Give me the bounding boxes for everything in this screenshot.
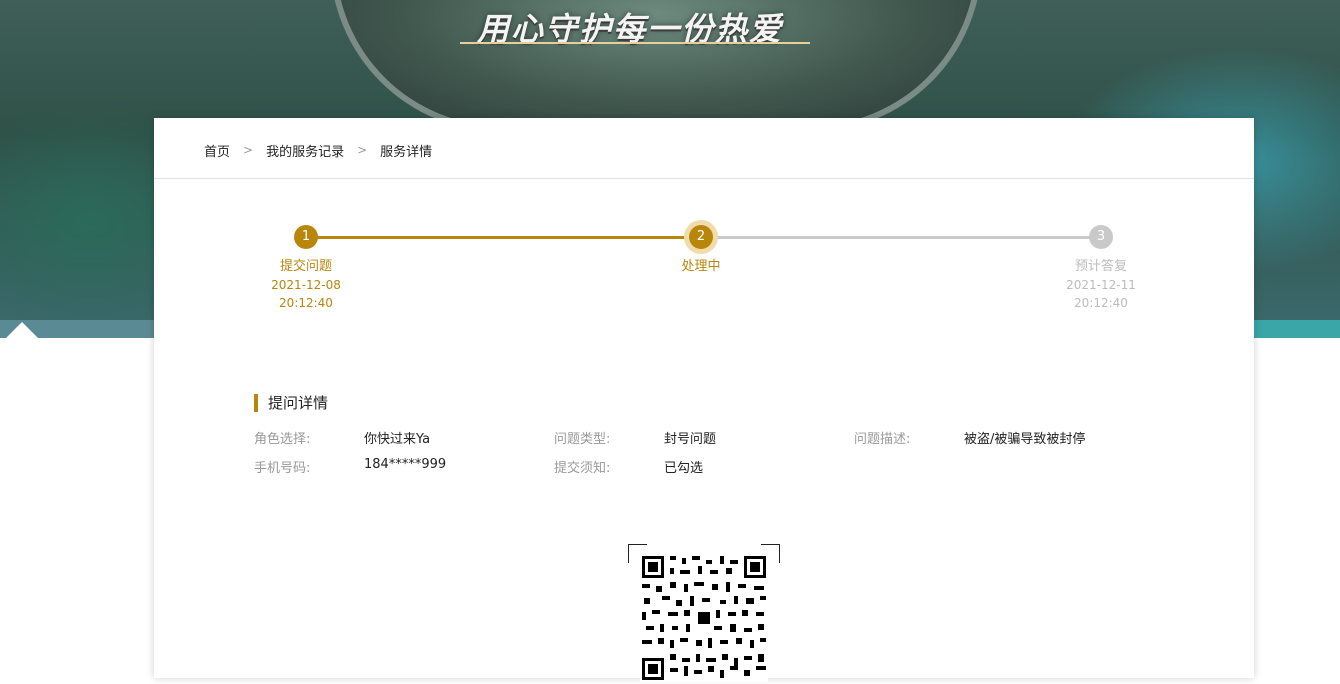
role-label: 角色选择: xyxy=(254,432,311,447)
phone-label: 手机号码: xyxy=(254,461,311,476)
details-section-title: 提问详情 xyxy=(254,394,328,412)
progress-line-completed xyxy=(306,236,701,239)
breadcrumb-separator: > xyxy=(357,143,368,157)
breadcrumb: 首页 > 我的服务记录 > 服务详情 xyxy=(204,140,432,160)
step-2: 处理中 xyxy=(631,258,771,276)
submission-notice-label: 提交须知: xyxy=(554,461,611,476)
breadcrumb-separator: > xyxy=(243,143,254,157)
service-detail-card: 首页 > 我的服务记录 > 服务详情 1 提交问题 2021-12-08 20:… xyxy=(154,118,1254,682)
issue-description-label: 问题描述: xyxy=(854,432,911,447)
progress-line-pending xyxy=(701,236,1101,239)
step-1-indicator: 1 xyxy=(294,225,318,249)
step-1-time: 20:12:40 xyxy=(279,296,333,310)
issue-type-label: 问题类型: xyxy=(554,432,611,447)
issue-description-value: 被盗/被骗导致被封停 xyxy=(964,432,1086,447)
step-1-date: 2021-12-08 xyxy=(271,278,341,292)
hero-stripe-accent xyxy=(1254,320,1340,338)
issue-type-value: 封号问题 xyxy=(664,432,717,447)
breadcrumb-home[interactable]: 首页 xyxy=(204,141,230,160)
step-1-title: 提交问题 xyxy=(279,259,332,274)
step-3-time: 20:12:40 xyxy=(1074,296,1128,310)
hero-notch xyxy=(6,322,38,338)
phone-value: 184*****999 xyxy=(364,457,447,472)
breadcrumb-service-detail: 服务详情 xyxy=(380,144,433,160)
submission-notice-value: 已勾选 xyxy=(664,461,704,476)
step-3-title: 预计答复 xyxy=(1074,259,1127,274)
breadcrumb-service-records[interactable]: 我的服务记录 xyxy=(266,141,344,160)
step-3-indicator: 3 xyxy=(1089,225,1113,249)
step-1: 提交问题 2021-12-08 20:12:40 xyxy=(236,258,376,312)
step-2-title: 处理中 xyxy=(681,259,721,274)
header-divider xyxy=(154,178,1254,179)
step-3: 预计答复 2021-12-11 20:12:40 xyxy=(1031,258,1171,312)
step-2-indicator: 2 xyxy=(689,225,713,249)
qr-code-frame xyxy=(628,544,780,684)
step-3-date: 2021-12-11 xyxy=(1066,278,1136,292)
qr-code-icon xyxy=(640,554,768,682)
role-value: 你快过来Ya xyxy=(364,432,431,447)
slogan-underline xyxy=(460,42,810,44)
